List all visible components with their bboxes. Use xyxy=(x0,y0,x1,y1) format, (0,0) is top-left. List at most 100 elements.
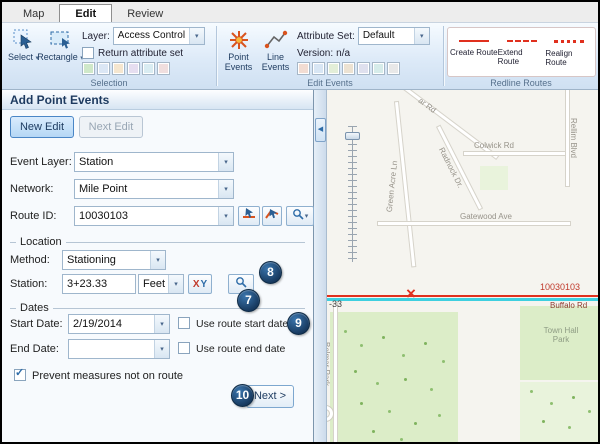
units-select[interactable]: Feet ▾ xyxy=(138,274,184,294)
panel-title: Add Point Events xyxy=(2,90,313,110)
selection-group: Select ▾ Rectangle ▾ Layer: Access Contr… xyxy=(2,23,216,89)
event-layer-select[interactable]: Station ▾ xyxy=(74,152,234,172)
realign-route-button[interactable]: Realign Route xyxy=(545,30,593,74)
line-events-label: Line xyxy=(267,52,284,62)
toolbar-icon[interactable] xyxy=(342,62,355,75)
caret-down-icon: ▾ xyxy=(305,212,309,220)
caret-down-icon[interactable]: ▾ xyxy=(154,315,169,333)
next-edit-button[interactable]: Next Edit xyxy=(79,116,143,138)
station-label: Station: xyxy=(10,278,47,290)
route-id-value: 10030103 xyxy=(75,207,218,225)
layer-select[interactable]: Access Control ▾ xyxy=(113,27,205,45)
pick-route-icon xyxy=(242,207,256,225)
prevent-measures-checkbox[interactable]: ✓ xyxy=(14,369,26,381)
caret-down-icon[interactable]: ▾ xyxy=(414,28,429,44)
station-input[interactable]: 3+23.33 xyxy=(62,274,136,294)
new-edit-button[interactable]: New Edit xyxy=(10,116,74,138)
rectangle-tool-button[interactable]: Rectangle ▾ xyxy=(42,25,79,77)
extend-route-label: Extend Route xyxy=(498,48,546,66)
line-events-button[interactable]: Line Events xyxy=(257,25,294,77)
street-line xyxy=(464,152,568,155)
network-label: Network: xyxy=(10,183,53,195)
toolbar-icon[interactable] xyxy=(357,62,370,75)
xy-coordinates-button[interactable]: XY xyxy=(188,274,212,294)
route-line xyxy=(327,295,598,297)
toolbar-icon[interactable] xyxy=(372,62,385,75)
toolbar-icon[interactable] xyxy=(82,62,95,75)
xy-x-label: X xyxy=(193,279,200,290)
tab-edit[interactable]: Edit xyxy=(59,4,112,22)
units-value: Feet xyxy=(139,275,168,293)
panel-splitter[interactable] xyxy=(314,90,327,442)
realign-route-icon xyxy=(554,40,584,43)
tab-map[interactable]: Map xyxy=(8,5,59,22)
toolbar-icon[interactable] xyxy=(297,62,310,75)
toolbar-icon[interactable] xyxy=(142,62,155,75)
select-label: Select xyxy=(8,52,33,62)
edit-events-options: Attribute Set: Default ▾ Version: n/a xyxy=(294,25,430,77)
caret-down-icon[interactable]: ▾ xyxy=(189,28,204,44)
select-tool-button[interactable]: Select ▾ xyxy=(5,25,42,77)
method-label: Method: xyxy=(10,254,50,266)
route-id-select[interactable]: 10030103 ▾ xyxy=(74,206,234,226)
point-events-label: Events xyxy=(225,62,253,72)
tree-symbols xyxy=(530,390,533,393)
red-x-marker: × xyxy=(406,285,416,302)
start-date-input[interactable]: 2/19/2014 ▾ xyxy=(68,314,170,334)
create-route-button[interactable]: Create Route xyxy=(450,30,498,74)
return-attribute-set-label: Return attribute set xyxy=(98,48,183,59)
collapse-panel-button[interactable]: ◀ xyxy=(315,118,326,142)
use-route-end-date-checkbox[interactable] xyxy=(178,342,190,354)
caret-down-icon[interactable]: ▾ xyxy=(168,275,183,293)
network-select[interactable]: Mile Point ▾ xyxy=(74,179,234,199)
use-route-start-date-label: Use route start date xyxy=(196,318,288,330)
start-date-value: 2/19/2014 xyxy=(69,315,154,333)
caret-down-icon[interactable]: ▾ xyxy=(218,180,233,198)
selection-group-label: Selection xyxy=(2,78,216,88)
use-route-start-date-checkbox[interactable] xyxy=(178,317,190,329)
layer-label: Layer: xyxy=(82,31,110,42)
toolbar-icon[interactable] xyxy=(112,62,125,75)
network-value: Mile Point xyxy=(75,180,218,198)
street-line xyxy=(334,304,337,442)
toolbar-icon[interactable] xyxy=(127,62,140,75)
zoom-slider[interactable] xyxy=(348,126,357,262)
toolbar-icon[interactable] xyxy=(312,62,325,75)
caret-down-icon[interactable]: ▾ xyxy=(218,153,233,171)
toolbar-icon[interactable] xyxy=(157,62,170,75)
end-date-value xyxy=(69,340,154,358)
ribbon: Select ▾ Rectangle ▾ Layer: Access Contr… xyxy=(2,23,598,90)
map-canvas[interactable]: ◀ ar Rd Colwick Rd Rellim Blvd Radnock D… xyxy=(314,90,598,442)
callout-10: 10 xyxy=(231,384,254,407)
return-attribute-set-checkbox[interactable] xyxy=(82,47,94,59)
dates-group-legend: Dates xyxy=(16,302,53,314)
park-area xyxy=(330,312,458,442)
attribute-set-select[interactable]: Default ▾ xyxy=(358,27,430,45)
edit-events-group-label: Edit Events xyxy=(217,78,443,88)
toolbar-icon[interactable] xyxy=(97,62,110,75)
caret-down-icon[interactable]: ▾ xyxy=(150,251,165,269)
line-events-icon xyxy=(264,28,288,52)
redline-routes-group-label: Redline Routes xyxy=(444,78,598,88)
route-search-button[interactable]: ▾ xyxy=(286,206,314,226)
end-date-input[interactable]: ▾ xyxy=(68,339,170,359)
group-divider xyxy=(10,308,305,309)
method-select[interactable]: Stationing ▾ xyxy=(62,250,166,270)
attribute-set-label: Attribute Set: xyxy=(297,31,355,42)
point-events-label: Point xyxy=(228,52,249,62)
toolbar-icon[interactable] xyxy=(327,62,340,75)
caret-down-icon[interactable]: ▾ xyxy=(154,340,169,358)
zoom-slider-handle[interactable] xyxy=(345,132,360,140)
extend-route-button[interactable]: Extend Route xyxy=(498,30,546,74)
checkmark-icon: ✓ xyxy=(15,366,24,379)
caret-down-icon[interactable]: ▾ xyxy=(218,207,233,225)
line-events-label: Events xyxy=(262,62,290,72)
route-id-label: Route ID: xyxy=(10,210,56,222)
toolbar-icon[interactable] xyxy=(387,62,400,75)
pick-route-on-map-button[interactable] xyxy=(238,206,260,226)
extend-route-icon xyxy=(507,40,537,42)
point-events-button[interactable]: Point Events xyxy=(220,25,257,77)
event-layer-label: Event Layer: xyxy=(10,156,72,168)
select-route-from-map-button[interactable] xyxy=(262,206,282,226)
tab-review[interactable]: Review xyxy=(112,5,178,22)
